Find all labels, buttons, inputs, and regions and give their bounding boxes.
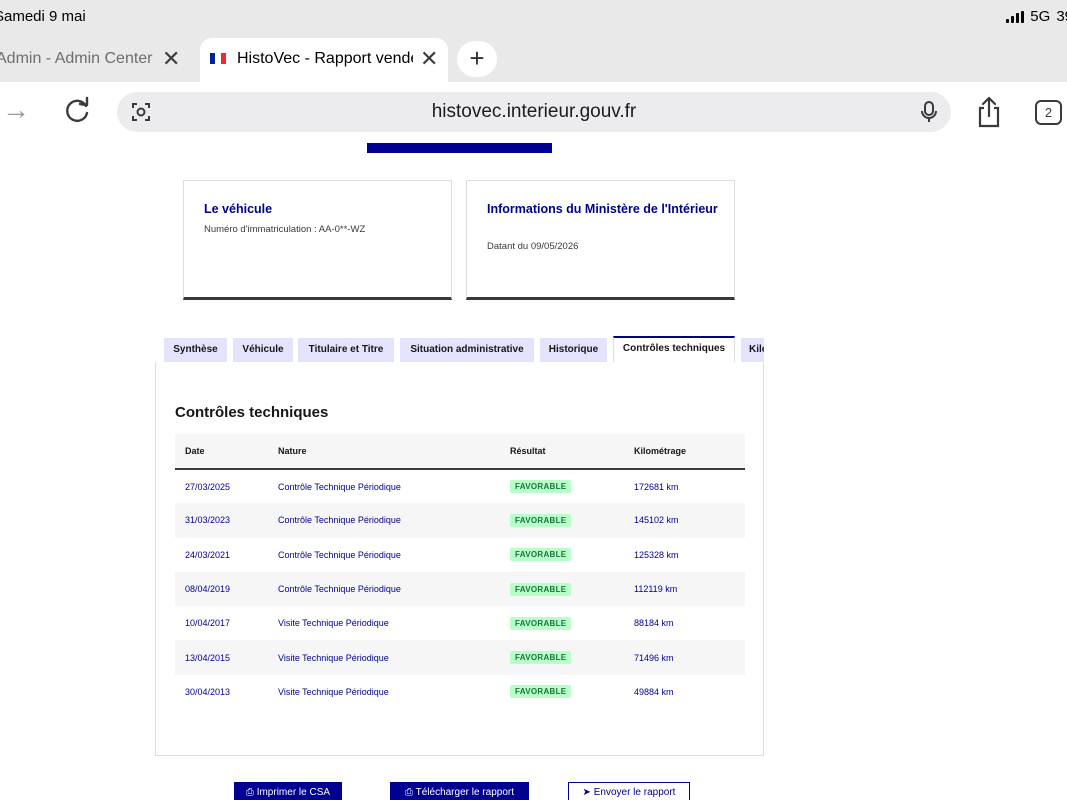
send-report-label: Envoyer le rapport <box>593 787 676 798</box>
plus-icon: + <box>469 43 485 73</box>
tab-overview-button[interactable]: 2 <box>1035 100 1062 125</box>
status-badge: FAVORABLE <box>510 513 572 527</box>
vehicle-card-title: Le véhicule <box>204 202 273 216</box>
tab-titulaire[interactable]: Titulaire et Titre <box>298 338 394 362</box>
report-tabs: Synthèse Véhicule Titulaire et Titre Sit… <box>164 336 764 362</box>
browser-tab-admin[interactable]: Admin - Admin Center ✕ <box>0 38 195 82</box>
cell-date: 13/04/2015 <box>175 640 278 675</box>
table-row: 27/03/2025 Contrôle Technique Périodique… <box>175 469 745 503</box>
table-row: 24/03/2021 Contrôle Technique Périodique… <box>175 538 745 572</box>
controles-panel: Contrôles techniques Date Nature Résulta… <box>155 362 764 756</box>
browser-tab-strip: Admin - Admin Center ✕ HistoVec - Rappor… <box>0 38 1067 82</box>
browser-toolbar: → histovec.interieur.gouv.fr 2 <box>0 82 1067 142</box>
status-time: Samedi 9 mai <box>0 8 86 25</box>
tab-synthese[interactable]: Synthèse <box>164 338 227 362</box>
status-indicators: 5G 39 <box>1006 8 1067 25</box>
cell-nature: Visite Technique Périodique <box>278 640 510 675</box>
status-badge: FAVORABLE <box>510 685 572 699</box>
cell-km: 112119 km <box>634 571 745 607</box>
cell-date: 27/03/2025 <box>185 481 231 492</box>
page-content: Le véhicule Numéro d'immatriculation : A… <box>0 143 1067 800</box>
reload-icon[interactable] <box>62 94 92 126</box>
print-csa-label: Imprimer le CSA <box>256 787 331 798</box>
cell-km: 88184 km <box>634 618 674 629</box>
cell-date: 10/04/2017 <box>185 618 231 629</box>
vehicle-registration: Numéro d'immatriculation : AA-0**-WZ <box>204 224 366 235</box>
download-report-label: Télécharger le rapport <box>415 787 514 798</box>
report-actions: ⎙ Imprimer le CSA ⎙ Télécharger le rappo… <box>0 782 1067 800</box>
controles-table: Date Nature Résultat Kilométrage 27/03/2… <box>175 434 745 709</box>
signal-icon <box>1006 10 1025 23</box>
status-badge: FAVORABLE <box>510 548 572 562</box>
cell-km: 71496 km <box>634 640 745 675</box>
browser-tab-title: HistoVec - Rapport vendeur <box>237 50 413 67</box>
printer-icon: ⎙ <box>245 787 254 798</box>
battery-label: 39 <box>1056 8 1067 25</box>
cell-nature: Contrôle Technique Périodique <box>278 503 510 538</box>
browser-tab-title: Admin - Admin Center <box>0 50 153 67</box>
tab-situation[interactable]: Situation administrative <box>400 338 534 362</box>
ministry-card-title: Informations du Ministère de l'Intérieur <box>487 202 718 216</box>
download-report-button[interactable]: ⎙ Télécharger le rapport <box>390 782 529 800</box>
header-resultat: Résultat <box>510 434 634 470</box>
cell-date: 08/04/2019 <box>175 571 278 607</box>
table-row: 13/04/2015 Visite Technique Périodique F… <box>175 640 745 675</box>
print-csa-button[interactable]: ⎙ Imprimer le CSA <box>234 782 342 800</box>
cell-km: 145102 km <box>634 503 745 538</box>
partial-top-button[interactable] <box>367 143 552 153</box>
table-row: 08/04/2019 Contrôle Technique Périodique… <box>175 571 745 607</box>
send-report-button[interactable]: ➤ Envoyer le rapport <box>568 782 690 800</box>
tab-vehicule[interactable]: Véhicule <box>233 338 293 362</box>
status-badge: FAVORABLE <box>510 616 572 630</box>
url-bar[interactable]: histovec.interieur.gouv.fr <box>117 92 951 132</box>
close-icon[interactable]: ✕ <box>420 46 438 72</box>
tab-kilometrage[interactable]: Kilométrage <box>741 338 764 362</box>
table-row: 31/03/2023 Contrôle Technique Périodique… <box>175 503 745 538</box>
tab-historique[interactable]: Historique <box>540 338 607 362</box>
url-text: histovec.interieur.gouv.fr <box>431 101 637 122</box>
cell-nature: Visite Technique Périodique <box>278 686 389 697</box>
table-header-row: Date Nature Résultat Kilométrage <box>175 434 745 470</box>
cell-nature: Contrôle Technique Périodique <box>278 481 401 492</box>
table-row: 10/04/2017 Visite Technique Périodique F… <box>175 606 745 640</box>
header-date: Date <box>175 434 278 470</box>
table-row: 30/04/2013 Visite Technique Périodique F… <box>175 675 745 709</box>
microphone-icon[interactable] <box>919 100 939 124</box>
cell-nature: Contrôle Technique Périodique <box>278 571 510 607</box>
cell-date: 24/03/2021 <box>185 549 231 560</box>
tab-controles[interactable]: Contrôles techniques <box>613 336 735 362</box>
cell-nature: Visite Technique Périodique <box>278 618 389 629</box>
close-icon[interactable]: ✕ <box>162 46 180 72</box>
network-label: 5G <box>1030 8 1051 25</box>
browser-chrome: Samedi 9 mai 5G 39 Admin - Admin Center … <box>0 0 1067 142</box>
ministry-date: Datant du 09/05/2026 <box>487 241 579 252</box>
cell-km: 125328 km <box>634 549 679 560</box>
vehicle-card: Le véhicule Numéro d'immatriculation : A… <box>183 180 452 300</box>
cell-km: 49884 km <box>634 686 674 697</box>
share-icon[interactable] <box>976 96 1002 128</box>
status-badge: FAVORABLE <box>510 651 572 665</box>
cell-date: 31/03/2023 <box>175 503 278 538</box>
french-flag-icon <box>210 53 226 64</box>
new-tab-button[interactable]: + <box>457 41 497 77</box>
panel-title: Contrôles techniques <box>175 404 329 421</box>
ministry-card: Informations du Ministère de l'Intérieur… <box>466 180 735 300</box>
browser-tab-histovec[interactable]: HistoVec - Rapport vendeur ✕ <box>200 38 448 82</box>
header-kilometrage: Kilométrage <box>634 434 745 470</box>
send-icon: ➤ <box>582 787 591 798</box>
forward-arrow-icon[interactable]: → <box>2 94 30 126</box>
cell-date: 30/04/2013 <box>185 686 231 697</box>
header-nature: Nature <box>278 434 510 470</box>
status-bar: Samedi 9 mai 5G 39 <box>0 0 1067 34</box>
printer-icon: ⎙ <box>405 787 413 798</box>
status-badge: FAVORABLE <box>510 480 572 494</box>
cell-nature: Contrôle Technique Périodique <box>278 549 401 560</box>
cell-km: 172681 km <box>634 481 679 492</box>
status-badge: FAVORABLE <box>510 582 572 596</box>
